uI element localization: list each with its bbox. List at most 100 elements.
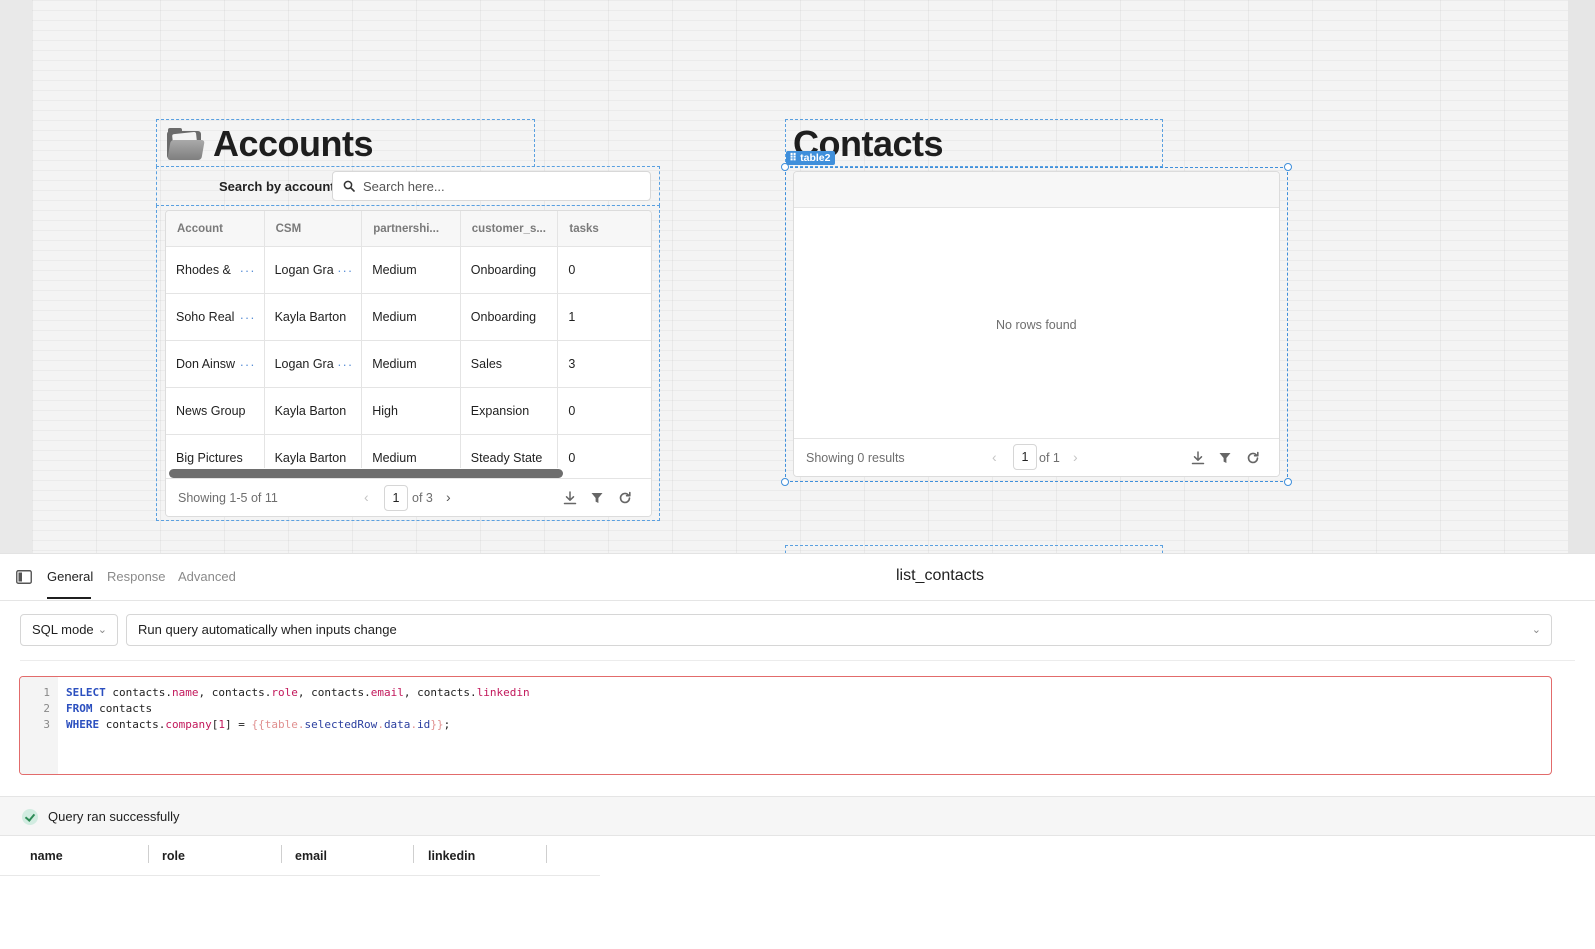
page-input[interactable]: 1 bbox=[384, 485, 408, 511]
cell-tasks[interactable]: 0 bbox=[558, 247, 651, 293]
cell-csm[interactable]: Logan Gra ··· bbox=[265, 247, 363, 293]
cell-csm[interactable]: Kayla Barton bbox=[265, 388, 363, 434]
cell-tasks[interactable]: 0 bbox=[558, 388, 651, 434]
page-count: of 3 bbox=[412, 491, 433, 505]
chevron-left-icon[interactable]: ‹ bbox=[364, 489, 369, 505]
more-icon[interactable]: ··· bbox=[240, 247, 256, 293]
column-header-tasks[interactable]: tasks bbox=[558, 211, 651, 246]
empty-state-text: No rows found bbox=[996, 318, 1077, 332]
accounts-table[interactable]: Account CSM partnershi... customer_s... … bbox=[165, 210, 652, 517]
accounts-table-body[interactable]: Rhodes & ··· Logan Gra ··· Medium Onboardi… bbox=[166, 247, 651, 468]
chevron-right-icon[interactable]: › bbox=[446, 489, 451, 505]
trigger-select[interactable]: Run query automatically when inputs chan… bbox=[126, 614, 1552, 646]
resize-handle-bottom-right[interactable] bbox=[1284, 478, 1292, 486]
cell-partnership[interactable]: Medium bbox=[362, 247, 461, 293]
canvas-right-gutter bbox=[1568, 0, 1595, 561]
chevron-down-icon: ⌄ bbox=[97, 624, 107, 636]
cell-account[interactable]: Rhodes & ··· bbox=[166, 247, 265, 293]
tab-advanced[interactable]: Advanced bbox=[178, 569, 236, 584]
tab-response[interactable]: Response bbox=[107, 569, 166, 584]
cell-account[interactable]: Soho Real ··· bbox=[166, 294, 265, 340]
column-resizer[interactable] bbox=[148, 845, 149, 863]
horizontal-scrollbar[interactable] bbox=[169, 469, 563, 478]
more-icon[interactable]: ··· bbox=[240, 294, 256, 340]
filter-icon[interactable] bbox=[590, 491, 604, 505]
cell-account[interactable]: Big Pictures bbox=[166, 435, 265, 468]
cell-customer-stage[interactable]: Expansion bbox=[461, 388, 559, 434]
accounts-heading[interactable]: Accounts bbox=[167, 123, 374, 165]
cell-partnership[interactable]: Medium bbox=[362, 294, 461, 340]
active-tab-indicator bbox=[47, 597, 91, 599]
cell-csm[interactable]: Kayla Barton bbox=[265, 294, 363, 340]
column-header-account[interactable]: Account bbox=[166, 211, 265, 246]
table-row[interactable]: News Group Kayla Barton High Expansion 0 bbox=[166, 388, 651, 435]
tab-general[interactable]: General bbox=[47, 569, 93, 584]
page-input[interactable]: 1 bbox=[1013, 444, 1037, 470]
cell-partnership[interactable]: Medium bbox=[362, 341, 461, 387]
resize-handle-top-right[interactable] bbox=[1284, 163, 1292, 171]
query-editor-panel: General Response Advanced list_contacts … bbox=[0, 553, 1595, 949]
chevron-down-icon: ⌄ bbox=[1531, 624, 1541, 636]
resize-handle-bottom-left[interactable] bbox=[781, 478, 789, 486]
cell-tasks[interactable]: 3 bbox=[558, 341, 651, 387]
chevron-right-icon[interactable]: › bbox=[1073, 449, 1078, 465]
refresh-icon[interactable] bbox=[618, 491, 632, 505]
query-name[interactable]: list_contacts bbox=[896, 567, 984, 585]
cell-account[interactable]: News Group bbox=[166, 388, 265, 434]
cell-csm[interactable]: Logan Gra ··· bbox=[265, 341, 363, 387]
cell-csm[interactable]: Kayla Barton bbox=[265, 435, 363, 468]
code-line-2[interactable]: FROM contacts bbox=[66, 702, 152, 715]
table-row[interactable]: Rhodes & ··· Logan Gra ··· Medium Onboardi… bbox=[166, 247, 651, 294]
resize-handle-top-left[interactable] bbox=[781, 163, 789, 171]
check-circle-icon bbox=[22, 809, 38, 825]
more-icon[interactable]: ··· bbox=[337, 247, 353, 293]
column-resizer[interactable] bbox=[281, 845, 282, 863]
result-column-email[interactable]: email bbox=[295, 849, 327, 863]
column-header-csm[interactable]: CSM bbox=[265, 211, 363, 246]
cell-customer-stage[interactable]: Onboarding bbox=[461, 294, 559, 340]
more-icon[interactable]: ··· bbox=[337, 341, 353, 387]
cell-account[interactable]: Don Ainsw ··· bbox=[166, 341, 265, 387]
download-icon[interactable] bbox=[563, 491, 577, 505]
refresh-icon[interactable] bbox=[1246, 451, 1260, 465]
column-header-customer-stage[interactable]: customer_s... bbox=[461, 211, 559, 246]
cell-tasks[interactable]: 1 bbox=[558, 294, 651, 340]
result-column-role[interactable]: role bbox=[162, 849, 185, 863]
table-row[interactable]: Don Ainsw ··· Logan Gra ··· Medium Sales 3 bbox=[166, 341, 651, 388]
cell-customer-stage[interactable]: Sales bbox=[461, 341, 559, 387]
divider bbox=[20, 660, 1575, 661]
cell-partnership[interactable]: Medium bbox=[362, 435, 461, 468]
more-icon[interactable]: ··· bbox=[240, 341, 256, 387]
search-icon bbox=[343, 180, 355, 192]
search-input[interactable] bbox=[363, 178, 623, 194]
cell-partnership[interactable]: High bbox=[362, 388, 461, 434]
accounts-table-header: Account CSM partnershi... customer_s... … bbox=[166, 211, 651, 247]
mode-select[interactable]: SQL mode ⌄ bbox=[20, 614, 118, 646]
sql-code-editor[interactable]: 1 2 3 SELECT contacts.name, contacts.rol… bbox=[19, 676, 1552, 775]
column-resizer[interactable] bbox=[546, 845, 547, 863]
query-status-text: Query ran successfully bbox=[48, 809, 180, 824]
column-resizer[interactable] bbox=[413, 845, 414, 863]
results-count: Showing 1-5 of 11 bbox=[178, 491, 278, 505]
table-row[interactable]: Soho Real ··· Kayla Barton Medium Onboard… bbox=[166, 294, 651, 341]
code-line-3[interactable]: WHERE contacts.company[1] = {{table.sele… bbox=[66, 718, 450, 731]
widget-name-tag[interactable]: ⠿ table2 bbox=[786, 151, 836, 165]
column-header-partnership[interactable]: partnershi... bbox=[362, 211, 461, 246]
filter-icon[interactable] bbox=[1218, 451, 1232, 465]
chevron-left-icon[interactable]: ‹ bbox=[992, 449, 997, 465]
result-column-name[interactable]: name bbox=[30, 849, 63, 863]
page-count: of 1 bbox=[1039, 451, 1060, 465]
folder-icon bbox=[167, 128, 205, 160]
line-number: 3 bbox=[43, 718, 50, 731]
cell-tasks[interactable]: 0 bbox=[558, 435, 651, 468]
result-column-linkedin[interactable]: linkedin bbox=[428, 849, 475, 863]
contacts-table[interactable]: No rows found Showing 0 results ‹ 1 of 1… bbox=[793, 171, 1280, 477]
table-row[interactable]: Big Pictures Kayla Barton Medium Steady … bbox=[166, 435, 651, 468]
code-line-1[interactable]: SELECT contacts.name, contacts.role, con… bbox=[66, 686, 530, 699]
app-canvas[interactable]: Accounts Search by account Account CSM p… bbox=[0, 0, 1595, 565]
cell-customer-stage[interactable]: Steady State bbox=[461, 435, 559, 468]
search-box[interactable] bbox=[332, 171, 651, 201]
download-icon[interactable] bbox=[1191, 451, 1205, 465]
sidebar-toggle-icon[interactable] bbox=[16, 570, 32, 584]
cell-customer-stage[interactable]: Onboarding bbox=[461, 247, 559, 293]
